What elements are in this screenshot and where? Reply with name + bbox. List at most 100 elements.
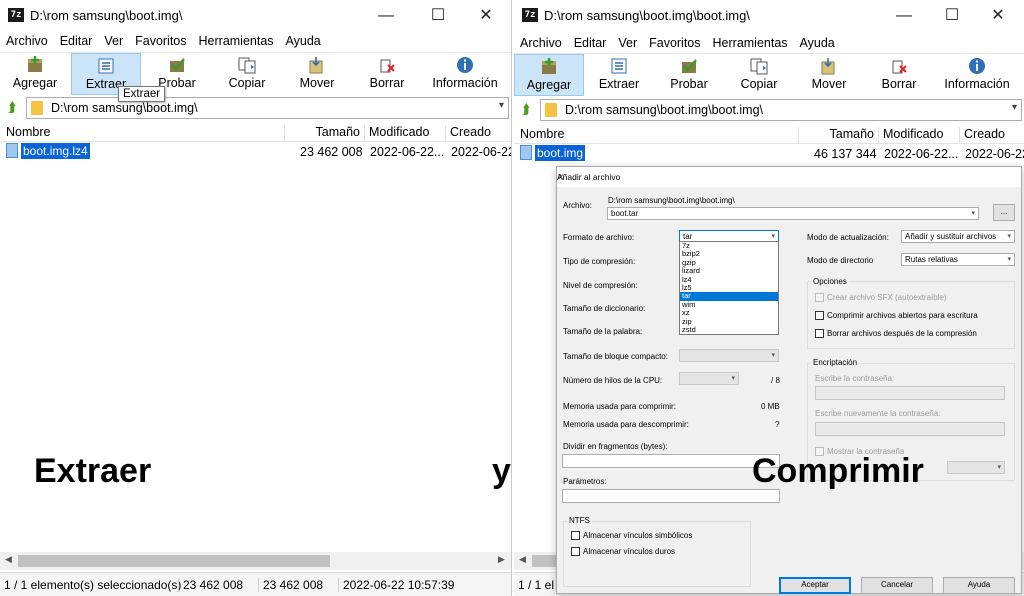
mem-decompress-label: Memoria usada para descomprimir:: [563, 420, 689, 429]
address-field[interactable]: D:\rom samsung\boot.img\ ▾: [26, 97, 509, 119]
col-modified[interactable]: Modificado: [878, 127, 959, 143]
path-mode-select[interactable]: Rutas relativas ▾: [901, 253, 1015, 266]
path-mode-label: Modo de directorio: [807, 256, 874, 265]
col-created[interactable]: Creado: [959, 127, 1024, 143]
chevron-down-icon[interactable]: ▾: [1012, 102, 1017, 113]
extract-button[interactable]: Extraer: [584, 54, 654, 96]
help-button[interactable]: Ayuda: [943, 577, 1015, 594]
menu-herramientas[interactable]: Herramientas: [707, 33, 794, 53]
mem-compress-value: 0 MB: [761, 402, 780, 411]
test-button[interactable]: Probar: [654, 54, 724, 96]
parameters-input[interactable]: [562, 489, 780, 503]
copy-button[interactable]: Copiar: [212, 53, 282, 95]
cancel-button[interactable]: Cancelar: [861, 577, 933, 594]
menu-editar[interactable]: Editar: [568, 33, 613, 53]
menu-favoritos[interactable]: Favoritos: [643, 33, 706, 53]
menu-bar: Archivo Editar Ver Favoritos Herramienta…: [0, 31, 511, 51]
hardlinks-checkbox[interactable]: Almacenar vínculos duros: [571, 547, 675, 556]
list-item[interactable]: lz5: [680, 283, 778, 292]
close-icon[interactable]: ✕: [466, 4, 506, 28]
info-button[interactable]: Información: [422, 53, 508, 95]
chevron-down-icon: ▾: [1007, 256, 1011, 263]
minimize-icon[interactable]: —: [884, 4, 924, 28]
cpu-threads-select: ▾: [679, 372, 739, 385]
col-name[interactable]: Nombre: [516, 127, 564, 143]
update-mode-select[interactable]: Añadir y sustituir archivos ▾: [901, 230, 1015, 243]
chevron-down-icon: ▾: [771, 352, 775, 359]
menu-archivo[interactable]: Archivo: [0, 31, 54, 51]
cpu-threads-max: / 8: [771, 376, 780, 385]
add-button[interactable]: Agregar: [514, 54, 584, 96]
add-button[interactable]: Agregar: [0, 53, 70, 95]
split-input[interactable]: [562, 454, 780, 468]
scroll-right-icon[interactable]: ▶: [498, 554, 505, 565]
copy-icon: [238, 57, 256, 74]
col-modified[interactable]: Modificado: [364, 125, 445, 141]
menu-ayuda[interactable]: Ayuda: [794, 33, 841, 53]
scroll-left-icon[interactable]: ◀: [5, 554, 12, 565]
overlay-and-caption: y: [492, 452, 511, 490]
col-size[interactable]: Tamaño: [284, 125, 364, 141]
archive-name-combo[interactable]: boot.tar ▾: [607, 207, 979, 220]
address-field[interactable]: D:\rom samsung\boot.img\boot.img\ ▾: [540, 99, 1022, 121]
overlay-extract-caption: Extraer: [34, 452, 152, 490]
move-button[interactable]: Mover: [282, 53, 352, 95]
table-row[interactable]: boot.img 46 137 344 2022-06-22... 2022-0…: [514, 145, 1024, 165]
password-repeat-label: Escribe nuevamente la contraseña:: [815, 409, 941, 418]
file-size: 23 462 008: [300, 145, 363, 159]
list-item[interactable]: wim: [680, 300, 778, 309]
move-button[interactable]: Mover: [794, 54, 864, 96]
col-size[interactable]: Tamaño: [798, 127, 878, 143]
table-row[interactable]: boot.img.lz4 23 462 008 2022-06-22... 20…: [0, 143, 511, 163]
list-item[interactable]: lz4: [680, 275, 778, 284]
menu-favoritos[interactable]: Favoritos: [129, 31, 192, 51]
horizontal-scrollbar[interactable]: ◀ ▶: [0, 552, 511, 570]
delete-after-checkbox[interactable]: Borrar archivos después de la compresión: [815, 329, 977, 338]
password-repeat-input: [815, 422, 1005, 436]
update-mode-label: Modo de actualización:: [807, 233, 889, 242]
up-folder-icon[interactable]: ⮭: [4, 99, 20, 115]
scroll-left-icon[interactable]: ◀: [519, 554, 526, 565]
file-modified: 2022-06-22...: [884, 147, 959, 161]
col-created[interactable]: Creado: [445, 125, 511, 141]
dialog-close-icon[interactable]: ✕: [557, 172, 1015, 183]
menu-ver[interactable]: Ver: [98, 31, 129, 51]
menu-editar[interactable]: Editar: [54, 31, 99, 51]
menu-archivo[interactable]: Archivo: [514, 33, 568, 53]
word-size-label: Tamaño de la palabra:: [563, 327, 643, 336]
col-name[interactable]: Nombre: [2, 125, 50, 141]
extract-icon: [98, 58, 114, 74]
add-icon: [28, 56, 42, 72]
copy-button[interactable]: Copiar: [724, 54, 794, 96]
list-item[interactable]: xz: [680, 308, 778, 317]
menu-ayuda[interactable]: Ayuda: [280, 31, 327, 51]
overlay-compress-caption: Comprimir: [752, 452, 924, 490]
symlinks-checkbox[interactable]: Almacenar vínculos simbólicos: [571, 531, 692, 540]
browse-button[interactable]: ...: [993, 204, 1015, 221]
move-icon: [821, 58, 835, 75]
menu-herramientas[interactable]: Herramientas: [193, 31, 280, 51]
delete-button[interactable]: Borrar: [352, 53, 422, 95]
close-icon[interactable]: ✕: [978, 4, 1018, 28]
encryption-method-select: ▾: [947, 461, 1005, 474]
encryption-title: Encriptación: [811, 358, 860, 367]
maximize-icon[interactable]: ☐: [932, 4, 972, 28]
list-item[interactable]: lizard: [680, 266, 778, 275]
test-icon: [682, 59, 697, 73]
archive-label: Archivo:: [563, 201, 592, 210]
up-folder-icon[interactable]: ⮭: [518, 101, 534, 117]
minimize-icon[interactable]: —: [366, 4, 406, 28]
sfx-checkbox[interactable]: Crear archivo SFX (autoextraíble): [815, 293, 947, 302]
menu-ver[interactable]: Ver: [612, 33, 643, 53]
format-dropdown-list[interactable]: 7z bzip2 gzip lizard lz4 lz5 tar wim xz …: [679, 241, 779, 336]
list-item[interactable]: zstd: [680, 325, 778, 334]
chevron-down-icon[interactable]: ▾: [499, 100, 504, 111]
maximize-icon[interactable]: ☐: [418, 4, 458, 28]
info-button[interactable]: Información: [934, 54, 1020, 96]
copy-icon: [750, 58, 768, 75]
add-to-archive-dialog: Añadir al archivo ✕ Archivo: D:\rom sams…: [556, 166, 1022, 594]
ok-button[interactable]: Aceptar: [779, 577, 851, 594]
delete-button[interactable]: Borrar: [864, 54, 934, 96]
shared-files-checkbox[interactable]: Comprimir archivos abiertos para escritu…: [815, 311, 978, 320]
scroll-thumb[interactable]: [18, 555, 330, 567]
